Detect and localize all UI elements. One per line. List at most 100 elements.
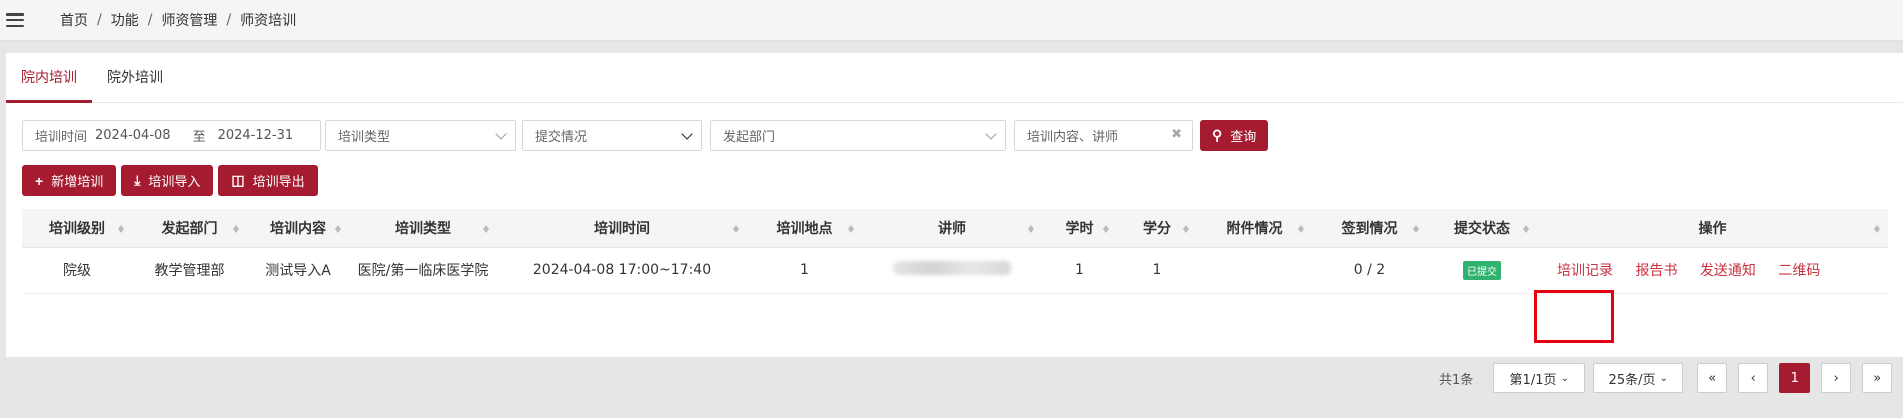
current-page-button[interactable]: 1 xyxy=(1779,363,1811,393)
sort-icon[interactable] xyxy=(1523,222,1529,234)
tab-external-training[interactable]: 院外培训 xyxy=(92,53,178,103)
sort-icon[interactable] xyxy=(1183,222,1189,234)
chevron-down-icon xyxy=(985,128,997,140)
column-header[interactable]: 讲师 xyxy=(862,209,1042,248)
action-bar: + 新增培训 ⤓ 培训导入 ◫ 培训导出 xyxy=(22,165,323,196)
column-header[interactable]: 操作 xyxy=(1537,209,1888,248)
column-header[interactable]: 附件情况 xyxy=(1197,209,1312,248)
table-header-row: 培训级别 发起部门 培训内容 培训类型 培训时间 培训地点 讲师 学时 学分 附… xyxy=(22,209,1888,248)
export-training-button[interactable]: ◫ 培训导出 xyxy=(218,165,318,196)
sort-icon[interactable] xyxy=(1874,222,1880,234)
keyword-search-input[interactable]: 培训内容、讲师 ✖ xyxy=(1014,120,1193,151)
chevron-down-icon: ⌄ xyxy=(1560,372,1570,384)
plus-icon: + xyxy=(35,172,44,189)
submit-status-value: 提交情况 xyxy=(535,130,588,145)
date-range-label: 培训时间 xyxy=(35,130,88,145)
cell-type: 医院/第一临床医学院 xyxy=(349,247,497,294)
prev-page-button[interactable]: ‹ xyxy=(1738,363,1769,393)
date-from-input[interactable]: 2024-04-08 xyxy=(95,128,171,143)
column-header[interactable]: 签到情况 xyxy=(1312,209,1427,248)
top-bar: 首页 / 功能 / 师资管理 / 师资培训 xyxy=(0,0,1903,41)
breadcrumb-home[interactable]: 首页 xyxy=(60,10,88,30)
sort-icon[interactable] xyxy=(1413,222,1419,234)
status-badge: 已提交 xyxy=(1463,260,1501,280)
breadcrumb-separator: / xyxy=(97,12,102,28)
pagination: 共1条 第1/1页 ⌄ 25条/页 ⌄ « ‹ 1 › » xyxy=(1439,363,1893,393)
column-header[interactable]: 学分 xyxy=(1117,209,1197,248)
search-icon: ⚲ xyxy=(1212,127,1223,143)
training-record-link[interactable]: 培训记录 xyxy=(1557,263,1613,279)
cell-attachments xyxy=(1197,247,1312,294)
breadcrumb-functions[interactable]: 功能 xyxy=(111,10,139,30)
sort-icon[interactable] xyxy=(483,222,489,234)
sort-icon[interactable] xyxy=(733,222,739,234)
training-type-select[interactable]: 培训类型 xyxy=(325,120,516,151)
tab-bar: 院内培训 院外培训 xyxy=(6,53,1903,103)
chevron-down-icon xyxy=(681,128,693,140)
main-card: 院内培训 院外培训 培训时间 2024-04-08 至 2024-12-31 培… xyxy=(5,52,1903,393)
cell-time: 2024-04-08 17:00~17:40 xyxy=(497,247,747,294)
cell-dept: 教学管理部 xyxy=(132,247,247,294)
breadcrumb-separator: / xyxy=(226,12,232,28)
clear-icon[interactable]: ✖ xyxy=(1171,127,1182,142)
breadcrumb-faculty-management[interactable]: 师资管理 xyxy=(161,10,217,30)
cell-hours: 1 xyxy=(1042,247,1117,294)
table-row: 院级 教学管理部 测试导入A 医院/第一临床医学院 2024-04-08 17:… xyxy=(22,247,1888,294)
column-header[interactable]: 提交状态 xyxy=(1427,209,1537,248)
column-header[interactable]: 培训时间 xyxy=(497,209,747,248)
sort-icon[interactable] xyxy=(118,222,124,234)
breadcrumb: 首页 / 功能 / 师资管理 / 师资培训 xyxy=(60,10,296,30)
cell-level: 院级 xyxy=(22,247,132,294)
add-training-button[interactable]: + 新增培训 xyxy=(22,165,117,196)
file-excel-icon: ◫ xyxy=(231,172,245,188)
cell-content: 测试导入A xyxy=(247,247,349,294)
submit-status-select[interactable]: 提交情况 xyxy=(522,120,702,151)
column-header[interactable]: 培训类型 xyxy=(349,209,497,248)
sort-icon[interactable] xyxy=(848,222,854,234)
date-range-field[interactable]: 培训时间 2024-04-08 至 2024-12-31 xyxy=(22,120,321,151)
cell-signin: 0 / 2 xyxy=(1312,247,1427,294)
chevron-down-icon: ⌄ xyxy=(1659,372,1669,384)
download-icon: ⤓ xyxy=(134,172,141,188)
breadcrumb-separator: / xyxy=(147,12,153,28)
filter-bar: 培训时间 2024-04-08 至 2024-12-31 培训类型 提交情况 发… xyxy=(22,120,1269,151)
tab-internal-training[interactable]: 院内培训 xyxy=(6,53,92,103)
page-select[interactable]: 第1/1页 ⌄ xyxy=(1493,363,1586,393)
cell-credits: 1 xyxy=(1117,247,1197,294)
last-page-button[interactable]: » xyxy=(1862,363,1893,393)
send-notice-link[interactable]: 发送通知 xyxy=(1700,263,1756,279)
chevron-down-icon xyxy=(495,128,507,140)
sort-icon[interactable] xyxy=(1298,222,1304,234)
next-page-button[interactable]: › xyxy=(1821,363,1852,393)
total-count: 共1条 xyxy=(1439,372,1474,388)
department-placeholder: 发起部门 xyxy=(723,130,776,145)
lecturer-redacted xyxy=(893,261,1011,275)
cell-lecturer xyxy=(862,247,1042,294)
import-training-button[interactable]: ⤓ 培训导入 xyxy=(121,165,214,196)
sort-icon[interactable] xyxy=(1028,222,1034,234)
column-header[interactable]: 培训内容 xyxy=(247,209,349,248)
column-header[interactable]: 培训地点 xyxy=(747,209,862,248)
menu-icon[interactable] xyxy=(6,13,24,27)
first-page-button[interactable]: « xyxy=(1697,363,1728,393)
sort-icon[interactable] xyxy=(233,222,239,234)
sort-icon[interactable] xyxy=(335,222,341,234)
column-header[interactable]: 培训级别 xyxy=(22,209,132,248)
column-header[interactable]: 学时 xyxy=(1042,209,1117,248)
import-training-label: 培训导入 xyxy=(148,174,201,189)
column-header[interactable]: 发起部门 xyxy=(132,209,247,248)
page-size-select[interactable]: 25条/页 ⌄ xyxy=(1593,363,1684,393)
cell-place: 1 xyxy=(747,247,862,294)
department-select[interactable]: 发起部门 xyxy=(710,120,1006,151)
report-link[interactable]: 报告书 xyxy=(1635,263,1677,279)
breadcrumb-faculty-training: 师资培训 xyxy=(240,13,297,29)
sort-icon[interactable] xyxy=(1103,222,1109,234)
keyword-placeholder: 培训内容、讲师 xyxy=(1027,130,1119,145)
cell-operations: 培训记录 报告书 发送通知 二维码 xyxy=(1537,247,1888,294)
search-button[interactable]: ⚲ 查询 xyxy=(1200,120,1269,151)
qr-code-link[interactable]: 二维码 xyxy=(1778,263,1820,279)
date-to-input[interactable]: 2024-12-31 xyxy=(218,128,294,143)
add-training-label: 新增培训 xyxy=(51,174,104,189)
training-type-placeholder: 培训类型 xyxy=(338,130,391,145)
search-button-label: 查询 xyxy=(1230,129,1257,144)
